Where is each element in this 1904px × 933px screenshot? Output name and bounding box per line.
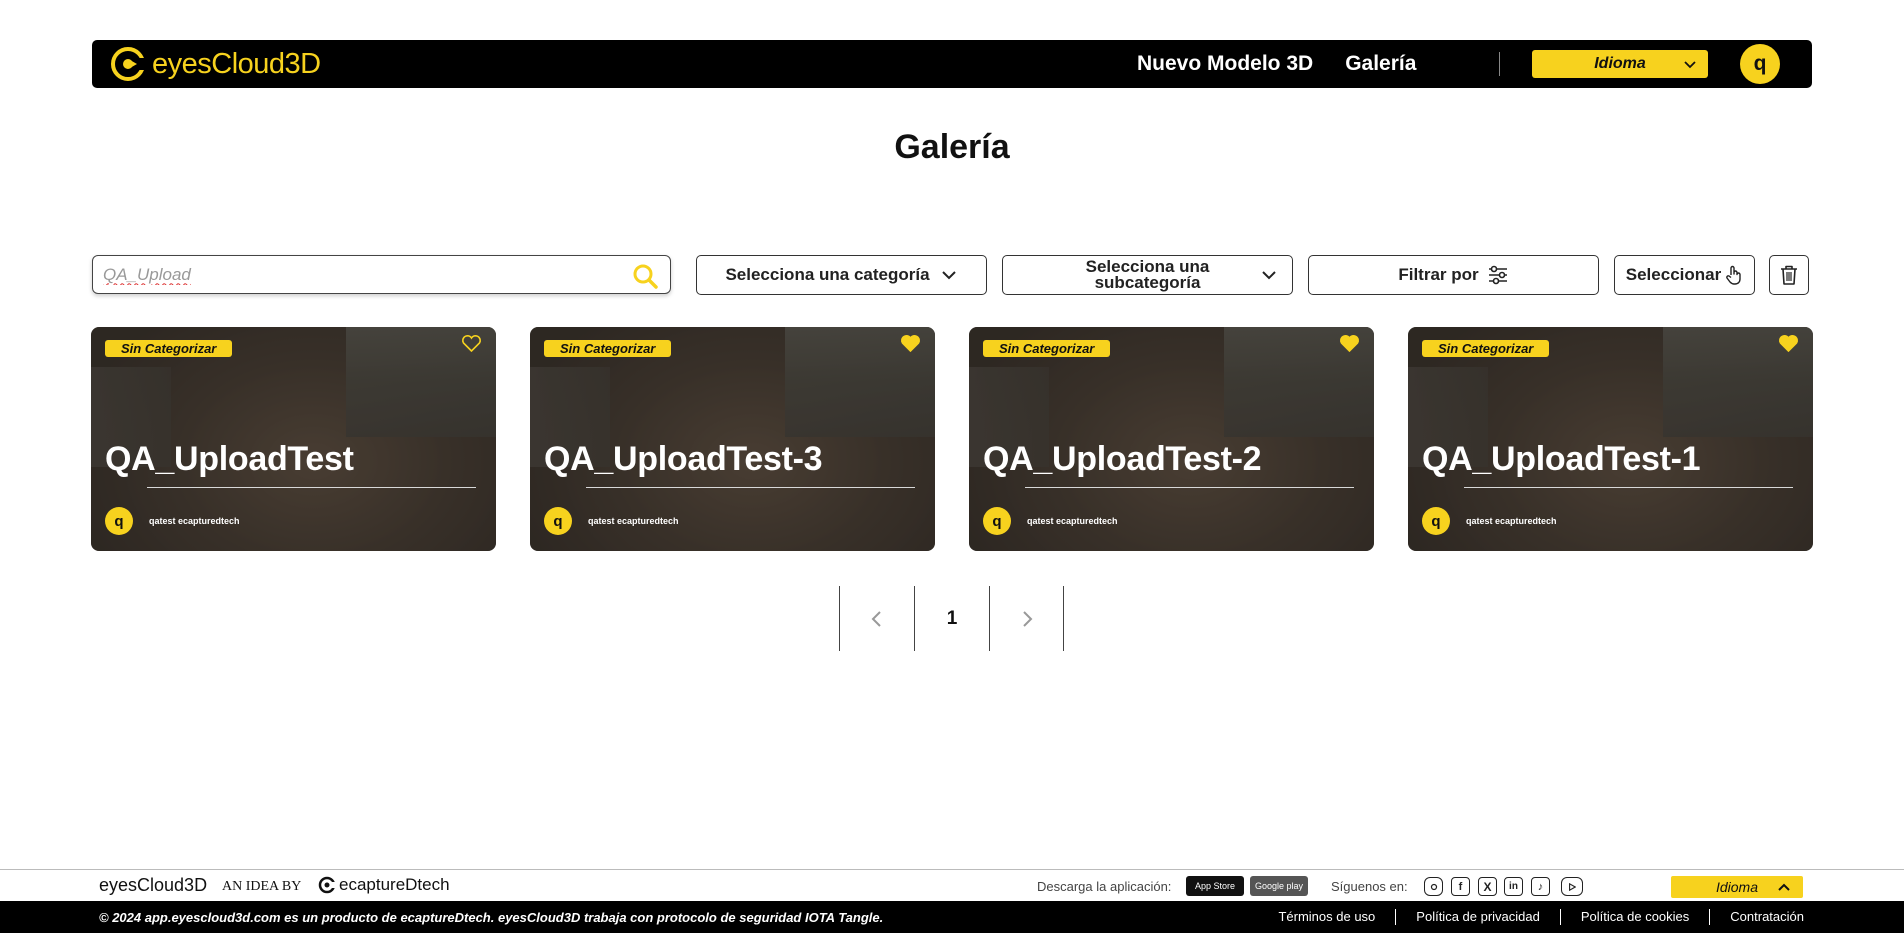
subcategory-select-label: Selecciona una subcategoría (1085, 257, 1210, 292)
privacy-link[interactable]: Política de privacidad (1395, 909, 1560, 925)
card-divider (147, 487, 476, 488)
cookies-link[interactable]: Política de cookies (1559, 909, 1709, 925)
footer-links: Términos de uso Política de privacidad P… (1258, 901, 1804, 933)
delete-button[interactable] (1769, 255, 1809, 295)
model-card[interactable]: Sin Categorizar QA_UploadTest-2 q qatest… (969, 327, 1374, 551)
model-card[interactable]: Sin Categorizar QA_UploadTest-1 q qatest… (1408, 327, 1813, 551)
card-title: QA_UploadTest-2 (983, 440, 1262, 478)
model-card[interactable]: Sin Categorizar QA_UploadTest-3 q qatest… (530, 327, 935, 551)
card-title: QA_UploadTest-3 (544, 440, 823, 478)
top-navbar: eyesCloud3D Nuevo Modelo 3D Galería Idio… (92, 40, 1812, 88)
nav-new-3d-model[interactable]: Nuevo Modelo 3D (1137, 52, 1313, 76)
page-title: Galería (894, 128, 1010, 166)
terms-link[interactable]: Términos de uso (1258, 909, 1395, 925)
gallery-page: eyesCloud3D Nuevo Modelo 3D Galería Idio… (0, 0, 1904, 933)
select-button-label: Seleccionar (1625, 265, 1722, 284)
app-store-badge[interactable]: App Store (1186, 876, 1244, 896)
search-input[interactable] (103, 264, 623, 285)
owner-avatar: q (105, 507, 133, 535)
search-box (92, 255, 671, 294)
chevron-left-icon (871, 610, 881, 627)
prev-page-button[interactable] (839, 586, 914, 651)
owner-name: qatest ecapturedtech (588, 516, 679, 526)
filter-button-label: Filtrar por (1398, 265, 1479, 284)
card-divider (586, 487, 915, 488)
contracting-link[interactable]: Contratación (1709, 909, 1804, 925)
search-icon[interactable] (632, 263, 658, 289)
heart-outline-icon[interactable] (461, 334, 482, 353)
category-badge: Sin Categorizar (544, 340, 672, 357)
play-glyph (1569, 882, 1576, 891)
instagram-glyph (1430, 883, 1437, 890)
category-select-label: Selecciona una categoría (725, 265, 930, 284)
footer-language-select[interactable]: Idioma (1671, 876, 1803, 898)
chevron-down-icon (1262, 271, 1276, 280)
youtube-icon[interactable] (1561, 877, 1583, 896)
heart-filled-icon[interactable] (900, 334, 921, 353)
copyright-text: © 2024 app.eyescloud3d.com es un product… (99, 910, 884, 925)
footer-company-logo[interactable]: ecaptureDtech (318, 875, 450, 895)
owner-name: qatest ecapturedtech (149, 516, 240, 526)
card-divider (1025, 487, 1354, 488)
chevron-up-icon (1778, 883, 1790, 891)
card-title: QA_UploadTest (105, 440, 354, 478)
current-page-label: 1 (946, 607, 958, 629)
model-card[interactable]: Sin Categorizar QA_UploadTest q qatest e… (91, 327, 496, 551)
follow-us-label: Síguenos en: (1331, 879, 1408, 894)
owner-avatar: q (544, 507, 572, 535)
app-store-label: App Store (1194, 881, 1236, 891)
footer-idea-by: AN IDEA BY (222, 879, 302, 894)
hand-pointer-icon (1726, 265, 1741, 285)
owner-name: qatest ecapturedtech (1466, 516, 1557, 526)
sliders-icon (1488, 265, 1507, 285)
download-app-label: Descarga la aplicación: (1037, 879, 1172, 894)
chevron-down-icon (1684, 61, 1696, 69)
tiktok-icon[interactable]: ♪ (1531, 877, 1550, 896)
page-number-button[interactable]: 1 (914, 586, 989, 651)
nav-divider (1499, 52, 1500, 76)
category-badge: Sin Categorizar (1422, 340, 1550, 357)
footer-company-name: ecaptureDtech (339, 875, 450, 894)
chevron-right-icon (1022, 610, 1032, 627)
footer-brand[interactable]: eyesCloud3D (99, 875, 207, 896)
brand-name: eyesCloud3D (152, 47, 321, 80)
chevron-down-icon (941, 271, 956, 280)
brand-logo[interactable]: eyesCloud3D (110, 46, 321, 82)
footer-bottom-bar: © 2024 app.eyescloud3d.com es un product… (0, 901, 1904, 933)
language-select-label: Idioma (1594, 55, 1646, 72)
trash-icon (1781, 265, 1797, 285)
subcategory-select[interactable]: Selecciona una subcategoría (1002, 255, 1293, 295)
x-icon[interactable]: X (1478, 877, 1497, 896)
category-badge: Sin Categorizar (983, 340, 1111, 357)
ecapturedtech-logo-icon (318, 876, 336, 894)
next-page-button[interactable] (989, 586, 1064, 651)
google-play-label: Google play (1254, 881, 1304, 891)
footer-top-bar: eyesCloud3D AN IDEA BY ecaptureDtech Des… (0, 869, 1904, 901)
heart-filled-icon[interactable] (1339, 334, 1360, 353)
category-badge: Sin Categorizar (105, 340, 233, 357)
owner-avatar: q (1422, 507, 1450, 535)
footer-language-label: Idioma (1715, 879, 1759, 895)
owner-avatar: q (983, 507, 1011, 535)
heart-filled-icon[interactable] (1778, 334, 1799, 353)
pagination: 1 (839, 586, 1064, 651)
select-button[interactable]: Seleccionar (1614, 255, 1755, 295)
language-select[interactable]: Idioma (1532, 50, 1708, 78)
nav-gallery[interactable]: Galería (1345, 52, 1416, 76)
filter-button[interactable]: Filtrar por (1308, 255, 1599, 295)
facebook-icon[interactable]: f (1451, 877, 1470, 896)
user-avatar[interactable]: q (1740, 44, 1780, 84)
card-title: QA_UploadTest-1 (1422, 440, 1701, 478)
main-nav: Nuevo Modelo 3D Galería (1137, 40, 1416, 88)
instagram-icon[interactable] (1424, 877, 1443, 896)
google-play-badge[interactable]: Google play (1250, 876, 1308, 896)
owner-name: qatest ecapturedtech (1027, 516, 1118, 526)
card-divider (1464, 487, 1793, 488)
linkedin-icon[interactable]: in (1504, 877, 1523, 896)
logo-icon (111, 47, 145, 81)
category-select[interactable]: Selecciona una categoría (696, 255, 987, 295)
